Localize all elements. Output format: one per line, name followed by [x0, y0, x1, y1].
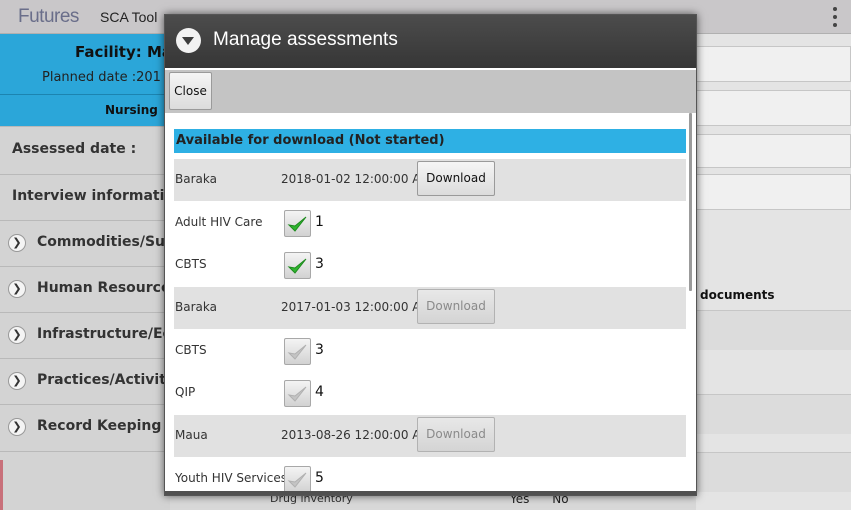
module-count: 5 — [315, 470, 324, 486]
module-checkbox[interactable] — [284, 380, 311, 407]
interview-info-label: Interview informatio — [12, 188, 170, 204]
section-label: Human Resource — [37, 280, 170, 296]
right-field[interactable] — [696, 174, 851, 210]
section-record-keeping[interactable]: ❯ Record Keeping — [0, 404, 170, 452]
app-logo: Futures — [18, 6, 79, 27]
section-commodities[interactable]: ❯ Commodities/Su — [0, 220, 170, 266]
check-icon — [287, 216, 307, 232]
module-checkbox[interactable] — [284, 338, 311, 365]
tab-nursing[interactable]: Nursing — [105, 103, 158, 117]
chevron-right-icon: ❯ — [8, 418, 26, 436]
module-name: CBTS — [175, 343, 207, 357]
edge-accent — [0, 460, 3, 510]
right-field[interactable] — [696, 134, 851, 168]
assessment-date: 2013-08-26 12:00:00 AM — [281, 428, 431, 442]
module-count: 3 — [315, 256, 324, 272]
section-human-resources[interactable]: ❯ Human Resource — [0, 266, 170, 312]
facility-tab-strip: Nursing — [0, 94, 170, 126]
documents-label: documents — [700, 288, 775, 302]
section-label: Record Keeping — [37, 418, 162, 434]
facility-name: Maua — [175, 428, 208, 442]
dialog-title-bar: Manage assessments — [165, 15, 696, 68]
facility-name: Facility: Ma — [75, 43, 173, 61]
module-row: Youth HIV Services 5 — [174, 458, 686, 491]
check-icon — [287, 386, 307, 402]
manage-assessments-dialog: Manage assessments Close Available for d… — [164, 14, 697, 496]
module-name: Adult HIV Care — [175, 215, 263, 229]
facility-name: Baraka — [175, 300, 217, 314]
assessment-date: 2017-01-03 12:00:00 AM — [281, 300, 431, 314]
facility-row: Baraka 2018-01-02 12:00:00 AM Download — [174, 159, 686, 201]
module-name: CBTS — [175, 257, 207, 271]
download-button[interactable]: Download — [417, 161, 495, 196]
check-icon — [287, 258, 307, 274]
close-button[interactable]: Close — [169, 72, 212, 110]
interview-info-row[interactable]: Interview informatio — [0, 174, 170, 220]
right-stripe — [696, 310, 851, 350]
download-button[interactable]: Download — [417, 417, 495, 452]
module-count: 1 — [315, 214, 324, 230]
dialog-toolbar: Close — [165, 70, 696, 113]
dialog-bottom-edge — [165, 491, 696, 495]
dropdown-circle-icon — [176, 28, 201, 53]
check-icon — [287, 472, 307, 488]
facility-row: Baraka 2017-01-03 12:00:00 AM Download — [174, 287, 686, 329]
assessed-date-label: Assessed date : — [12, 141, 137, 157]
section-label: Commodities/Su — [37, 234, 165, 250]
section-label: Infrastructure/Ec — [37, 326, 170, 342]
module-row: Adult HIV Care 1 — [174, 202, 686, 244]
module-row: CBTS 3 — [174, 244, 686, 286]
right-pane: documents — [696, 34, 851, 510]
assessment-list[interactable]: Available for download (Not started) Bar… — [165, 113, 696, 491]
right-stripe — [696, 394, 851, 434]
section-practices[interactable]: ❯ Practices/Activiti — [0, 358, 170, 404]
module-name: Youth HIV Services — [175, 471, 287, 485]
right-stripe — [696, 452, 851, 492]
app-title: SCA Tool — [100, 9, 158, 25]
dialog-title: Manage assessments — [213, 29, 398, 50]
chevron-right-icon: ❯ — [8, 326, 26, 344]
chevron-right-icon: ❯ — [8, 234, 26, 252]
download-button[interactable]: Download — [417, 289, 495, 324]
module-checkbox[interactable] — [284, 252, 311, 279]
module-count: 3 — [315, 342, 324, 358]
module-count: 4 — [315, 384, 324, 400]
assessment-date: 2018-01-02 12:00:00 AM — [281, 172, 431, 186]
section-label: Practices/Activiti — [37, 372, 170, 388]
facility-row: Maua 2013-08-26 12:00:00 AM Download — [174, 415, 686, 457]
scrollbar[interactable] — [689, 113, 692, 291]
module-checkbox[interactable] — [284, 466, 311, 491]
overflow-menu-icon[interactable] — [833, 7, 839, 27]
section-header: Available for download (Not started) — [174, 129, 686, 153]
left-pane: Facility: Ma Planned date :201 Nursing A… — [0, 34, 173, 510]
facility-header: Facility: Ma Planned date :201 Nursing — [0, 34, 173, 126]
facility-name: Baraka — [175, 172, 217, 186]
module-name: QIP — [175, 385, 196, 399]
module-checkbox[interactable] — [284, 210, 311, 237]
planned-date: Planned date :201 — [42, 70, 161, 85]
module-row: QIP 4 — [174, 372, 686, 414]
module-row: CBTS 3 — [174, 330, 686, 372]
right-field[interactable] — [696, 90, 851, 126]
chevron-right-icon: ❯ — [8, 372, 26, 390]
check-icon — [287, 344, 307, 360]
chevron-right-icon: ❯ — [8, 280, 26, 298]
right-field[interactable] — [696, 46, 851, 82]
assessed-date-row: Assessed date : — [0, 126, 170, 174]
section-infrastructure[interactable]: ❯ Infrastructure/Ec — [0, 312, 170, 358]
